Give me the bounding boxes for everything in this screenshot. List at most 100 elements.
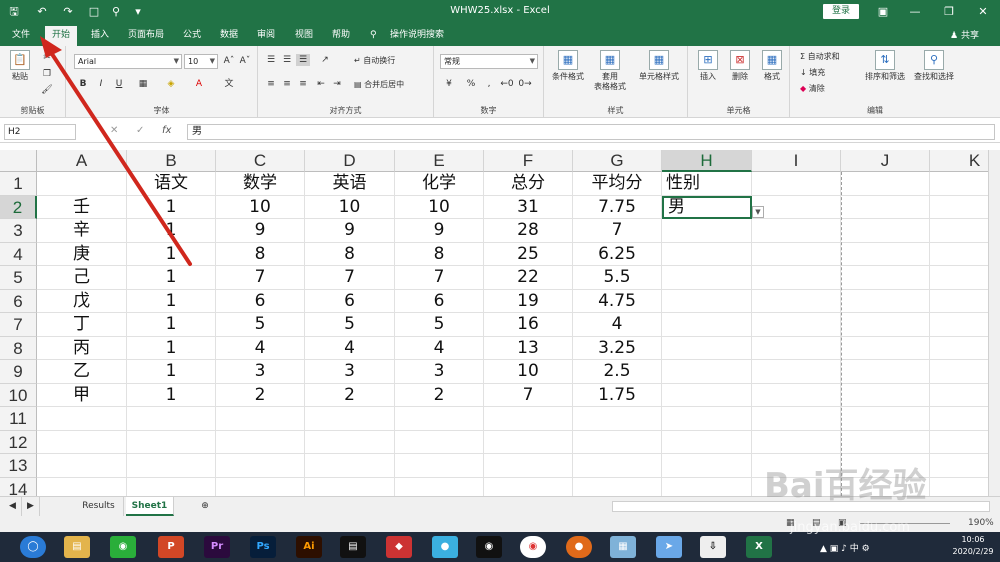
cell-k14[interactable]	[930, 478, 988, 497]
cell-i4[interactable]	[752, 242, 841, 266]
cell-k6[interactable]	[930, 290, 988, 313]
cell-f2[interactable]: 31	[484, 195, 573, 219]
cell-i10[interactable]	[752, 383, 841, 407]
column-header-j[interactable]: J	[841, 150, 930, 172]
formula-input[interactable]: 男	[187, 124, 995, 140]
excel-icon[interactable]: X	[746, 536, 772, 558]
cell-d4[interactable]: 8	[305, 242, 395, 266]
cell-b14[interactable]	[127, 477, 216, 496]
cell-a8[interactable]: 丙	[37, 336, 127, 360]
column-header-b[interactable]: B	[127, 150, 216, 172]
row-header-3[interactable]: 3	[0, 219, 37, 243]
cell-j1[interactable]	[841, 172, 930, 196]
phonetic-icon[interactable]: 文	[222, 78, 236, 90]
enter-icon[interactable]: ✓	[136, 125, 144, 136]
cell-a5[interactable]: 己	[37, 266, 127, 290]
tab-review[interactable]: 审阅	[257, 28, 275, 46]
cell-j9[interactable]	[841, 360, 930, 384]
cell-a1[interactable]	[37, 172, 127, 196]
column-header-g[interactable]: G	[573, 150, 662, 172]
cell-j4[interactable]	[841, 242, 930, 266]
cell-a4[interactable]: 庚	[37, 242, 127, 266]
cell-b3[interactable]: 1	[127, 219, 216, 243]
font-color-icon[interactable]: A	[192, 78, 206, 90]
photoshop-icon[interactable]: Ps	[250, 536, 276, 558]
delete-cells-button[interactable]: ⊠ 删除	[726, 50, 754, 82]
cell-k3[interactable]	[930, 219, 988, 243]
tab-home[interactable]: 开始	[45, 26, 78, 46]
cell-f12[interactable]	[484, 430, 573, 454]
row-header-9[interactable]: 9	[0, 360, 37, 384]
cell-f5[interactable]: 22	[484, 266, 573, 290]
cell-i3[interactable]	[752, 219, 841, 243]
cell-a14[interactable]	[37, 477, 127, 496]
row-header-8[interactable]: 8	[0, 336, 37, 360]
insert-cells-button[interactable]: ⊞ 插入	[694, 50, 722, 82]
login-button[interactable]: 登录	[823, 4, 859, 19]
cell-c10[interactable]: 2	[216, 383, 305, 407]
chrome-icon[interactable]: ◉	[520, 536, 546, 558]
cell-h9[interactable]	[662, 360, 752, 384]
cell-f4[interactable]: 25	[484, 242, 573, 266]
insert-function-icon[interactable]: fx	[162, 125, 171, 136]
align-top-icon[interactable]: ☰	[264, 54, 278, 66]
add-sheet-icon[interactable]: ⊕	[196, 497, 214, 516]
cell-f13[interactable]	[484, 454, 573, 478]
row-header-12[interactable]: 12	[0, 430, 37, 454]
row-header-6[interactable]: 6	[0, 289, 37, 313]
cell-f3[interactable]: 28	[484, 219, 573, 243]
sheet-next-icon[interactable]: ▶	[22, 497, 40, 516]
cell-k1[interactable]	[930, 172, 988, 196]
share-button[interactable]: ♟ 共享	[950, 28, 979, 41]
dropdown-arrow-icon[interactable]: ▼	[752, 206, 764, 218]
cell-i12[interactable]	[752, 430, 841, 454]
restore-icon[interactable]: ❐	[932, 0, 966, 24]
cell-a11[interactable]	[37, 407, 127, 431]
cell-h1[interactable]: 性别	[662, 172, 752, 196]
cell-f7[interactable]: 16	[484, 313, 573, 337]
cell-e9[interactable]: 3	[395, 360, 484, 384]
fill-button[interactable]: ↓ 填充	[800, 68, 825, 78]
cell-k12[interactable]	[930, 431, 988, 454]
cell-d12[interactable]	[305, 430, 395, 454]
cell-g13[interactable]	[573, 454, 662, 478]
cell-d6[interactable]: 6	[305, 289, 395, 313]
paste-button[interactable]: 📋 粘贴	[6, 50, 34, 82]
orientation-icon[interactable]: ↗	[318, 54, 332, 66]
decrease-decimal-icon[interactable]: 0→	[518, 78, 532, 90]
conditional-format-button[interactable]: ▦ 条件格式	[548, 50, 588, 82]
cell-h5[interactable]	[662, 266, 752, 290]
cell-c5[interactable]: 7	[216, 266, 305, 290]
cell-d9[interactable]: 3	[305, 360, 395, 384]
tab-formulas[interactable]: 公式	[183, 28, 201, 46]
note-app-icon[interactable]: ▦	[610, 536, 636, 558]
number-format-select[interactable]: 常规 ▼	[440, 54, 538, 69]
cell-e10[interactable]: 2	[395, 383, 484, 407]
cell-f14[interactable]	[484, 477, 573, 496]
cell-c6[interactable]: 6	[216, 289, 305, 313]
select-all-corner[interactable]	[0, 150, 37, 172]
column-header-h[interactable]: H	[662, 150, 752, 172]
cell-j10[interactable]	[841, 383, 930, 407]
cell-k5[interactable]	[930, 266, 988, 290]
cell-i11[interactable]	[752, 407, 841, 431]
illustrator-icon[interactable]: Ai	[296, 536, 322, 558]
row-header-11[interactable]: 11	[0, 407, 37, 431]
chat-app-icon[interactable]: ●	[432, 536, 458, 558]
ribbon-display-icon[interactable]: ▣	[866, 0, 900, 24]
cell-g8[interactable]: 3.25	[573, 336, 662, 360]
cell-i7[interactable]	[752, 313, 841, 337]
cell-g14[interactable]	[573, 477, 662, 496]
cell-h12[interactable]	[662, 430, 752, 454]
cell-c13[interactable]	[216, 454, 305, 478]
cell-b9[interactable]: 1	[127, 360, 216, 384]
feishu-icon[interactable]: ➤	[656, 536, 682, 558]
cell-g6[interactable]: 4.75	[573, 289, 662, 313]
cell-b7[interactable]: 1	[127, 313, 216, 337]
sheet-tab-sheet1[interactable]: Sheet1	[126, 497, 174, 516]
cell-k7[interactable]	[930, 313, 988, 337]
cell-f10[interactable]: 7	[484, 383, 573, 407]
cell-i1[interactable]	[752, 172, 841, 196]
cell-a10[interactable]: 甲	[37, 383, 127, 407]
sheet-tab-results[interactable]: Results	[74, 497, 124, 516]
